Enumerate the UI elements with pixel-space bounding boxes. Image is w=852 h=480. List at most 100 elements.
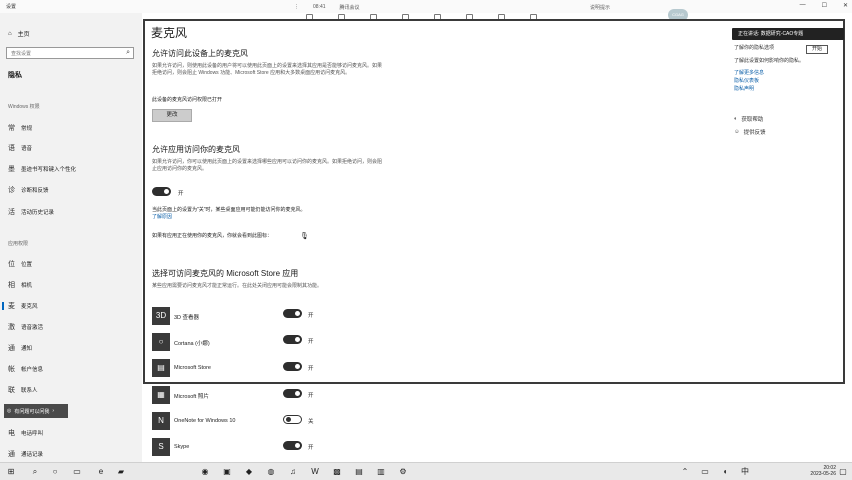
app-toggle[interactable] [283, 415, 302, 424]
list-item: ▤ Microsoft Store [152, 359, 332, 379]
app-toggle[interactable] [283, 335, 302, 344]
store-apps-heading: 选择可访问麦克风的 Microsoft Store 应用 [152, 269, 299, 278]
word-icon[interactable]: W [310, 467, 320, 477]
notification-icon[interactable]: ▢ [838, 467, 848, 477]
phone-icon: 电 [8, 429, 15, 437]
tray-icon[interactable]: ⌃ [680, 467, 690, 477]
app-icon[interactable]: ◉ [200, 467, 210, 477]
app-icon[interactable]: ▣ [222, 467, 232, 477]
learn-why-link[interactable]: 了解原因 [152, 214, 382, 221]
close-button[interactable]: ✕ [843, 2, 848, 9]
settings-window: 设置 — ☐ ✕ ⋮ 08:41 腾讯会议 静音 开启视频 共享屏幕 管理成员 … [0, 0, 852, 462]
meeting-time: 08:41 [313, 4, 326, 10]
camera-icon: 相 [8, 281, 15, 289]
sidebar-item-label: 联系人 [21, 388, 38, 394]
sidebar-item-diagnostics[interactable]: 诊诊断和反馈 [8, 184, 138, 196]
network-icon[interactable]: ▭ [700, 467, 710, 477]
sidebar-item-label: 通知 [21, 346, 33, 352]
call-history-icon: 通 [8, 450, 15, 458]
input-method-icon[interactable]: 中 [740, 467, 750, 477]
sidebar-item-phone-calls[interactable]: 电电话呼叫 [8, 427, 138, 439]
cortana-tip-text: 有问题可以问我 [14, 408, 50, 415]
sidebar-item-call-history[interactable]: 通通话记录 [8, 448, 138, 460]
app-toggle-label: 开 [308, 313, 314, 319]
app-toggle[interactable] [283, 362, 302, 371]
open-button[interactable]: 开始 [806, 45, 828, 54]
app-icon[interactable]: ▤ [354, 467, 364, 477]
task-view-icon[interactable]: ▭ [72, 467, 82, 477]
window-title: 设置 [6, 4, 17, 10]
sidebar-item-label: 活动历史记录 [21, 210, 55, 216]
sidebar-item-label: 常规 [21, 126, 33, 132]
voice-icon: 激 [8, 323, 15, 331]
clock-date: 2023-05-26 [810, 471, 836, 477]
sidebar-item-label: 主页 [17, 32, 30, 38]
sidebar-item-location[interactable]: 位位置 [8, 258, 138, 270]
feedback-label: 提供反馈 [743, 130, 766, 136]
minimize-button[interactable]: — [800, 2, 806, 9]
volume-icon[interactable]: ◖ [720, 467, 730, 477]
app-icon[interactable]: ◆ [244, 467, 254, 477]
folder-icon[interactable]: ▰ [116, 467, 126, 477]
app-toggle[interactable] [283, 309, 302, 318]
app-access-toggle[interactable] [152, 187, 171, 196]
privacy-options-heading: 了解你的隐私选项 [734, 45, 775, 51]
sidebar-item-account-info[interactable]: 帐帐户信息 [8, 363, 138, 375]
get-help-link[interactable]: ◐ 获取帮助 [734, 115, 763, 123]
privacy-options-desc: 了解此设置如何影响你的隐私。 [734, 58, 805, 64]
search-icon[interactable]: ⌕ [30, 467, 40, 477]
notification-icon: 通 [8, 344, 15, 352]
app-icon[interactable]: ▩ [332, 467, 342, 477]
change-button[interactable]: 更改 [152, 109, 192, 122]
search-placeholder: 查找设置 [11, 51, 32, 57]
app-toggle[interactable] [283, 441, 302, 450]
app-toggle-label: 开 [308, 393, 314, 399]
maximize-button[interactable]: ☐ [822, 2, 827, 9]
sidebar-item-speech[interactable]: 语语音 [8, 142, 138, 154]
sidebar: ⌂ 主页 查找设置 ⌕ 隐私 Windows 权限 常常规 语语音 墨墨迹书写和… [0, 13, 142, 462]
clock[interactable]: 20:02 2023-05-26 [810, 465, 836, 477]
cortana-icon: ◎ [7, 408, 12, 414]
meeting-status-bar: ⋮ 08:41 腾讯会议 [294, 2, 360, 12]
gear-icon[interactable]: ⚙ [398, 467, 408, 477]
onenote-icon: N [152, 412, 170, 430]
app-toggle-label: 开 [308, 339, 314, 345]
sidebar-item-label: 电话呼叫 [21, 431, 44, 437]
sidebar-item-home[interactable]: ⌂ 主页 [8, 29, 30, 39]
sidebar-item-contacts[interactable]: 联联系人 [8, 384, 138, 396]
sidebar-item-microphone[interactable]: 麦麦克风 [2, 300, 138, 312]
privacy-dashboard-link[interactable]: 隐私仪表板 [734, 77, 759, 84]
feedback-icon: ☺ [734, 129, 740, 135]
device-access-status: 此设备的麦克风访问权限已打开 [152, 97, 223, 103]
app-access-toggle-label: 开 [178, 191, 184, 197]
feedback-link[interactable]: ☺ 提供反馈 [734, 128, 766, 136]
sidebar-item-general[interactable]: 常常规 [8, 122, 138, 134]
search-input[interactable]: 查找设置 ⌕ [6, 47, 134, 59]
cortana-tooltip[interactable]: ◎ 有问题可以问我 › [4, 404, 68, 418]
sidebar-item-activity[interactable]: 活活动历史记录 [8, 206, 138, 218]
sidebar-item-label: 语音激活 [21, 325, 44, 331]
sidebar-item-label: 麦克风 [21, 304, 38, 310]
app-access-description: 如果允许访问，你可以使用此页面上的设置来选择哪些应用可以访问你的麦克风。如果拒绝… [152, 159, 383, 172]
app-icon[interactable]: ▥ [376, 467, 386, 477]
start-icon[interactable]: ⊞ [6, 467, 16, 477]
sidebar-item-camera[interactable]: 相相机 [8, 279, 138, 291]
app-toggle-label: 开 [308, 445, 314, 451]
desktop-app-note: 当此页面上的设置为"关"时，某些桌面应用可能仍能访问你的麦克风。 [152, 207, 306, 213]
sidebar-item-voice-activation[interactable]: 激语音激活 [8, 321, 138, 333]
cortana-icon[interactable]: ○ [50, 467, 60, 477]
lock-icon: 常 [8, 124, 15, 132]
app-icon[interactable]: ◍ [266, 467, 276, 477]
sidebar-item-inking[interactable]: 墨墨迹书写和键入个性化 [8, 163, 138, 175]
app-name: Microsoft 照片 [174, 394, 209, 400]
app-toggle[interactable] [283, 389, 302, 398]
microphone-icon: 🎙 [300, 233, 309, 240]
edge-icon[interactable]: e [96, 467, 106, 477]
location-icon: 位 [8, 260, 15, 268]
privacy-statement-link[interactable]: 隐私声明 [734, 85, 754, 92]
recorder-hint: 说明提示 [590, 5, 611, 11]
learn-more-link[interactable]: 了解更多信息 [734, 69, 764, 76]
app-icon[interactable]: ♫ [288, 467, 298, 477]
sidebar-item-notifications[interactable]: 通通知 [8, 342, 138, 354]
window-controls: — ☐ ✕ [800, 2, 848, 9]
